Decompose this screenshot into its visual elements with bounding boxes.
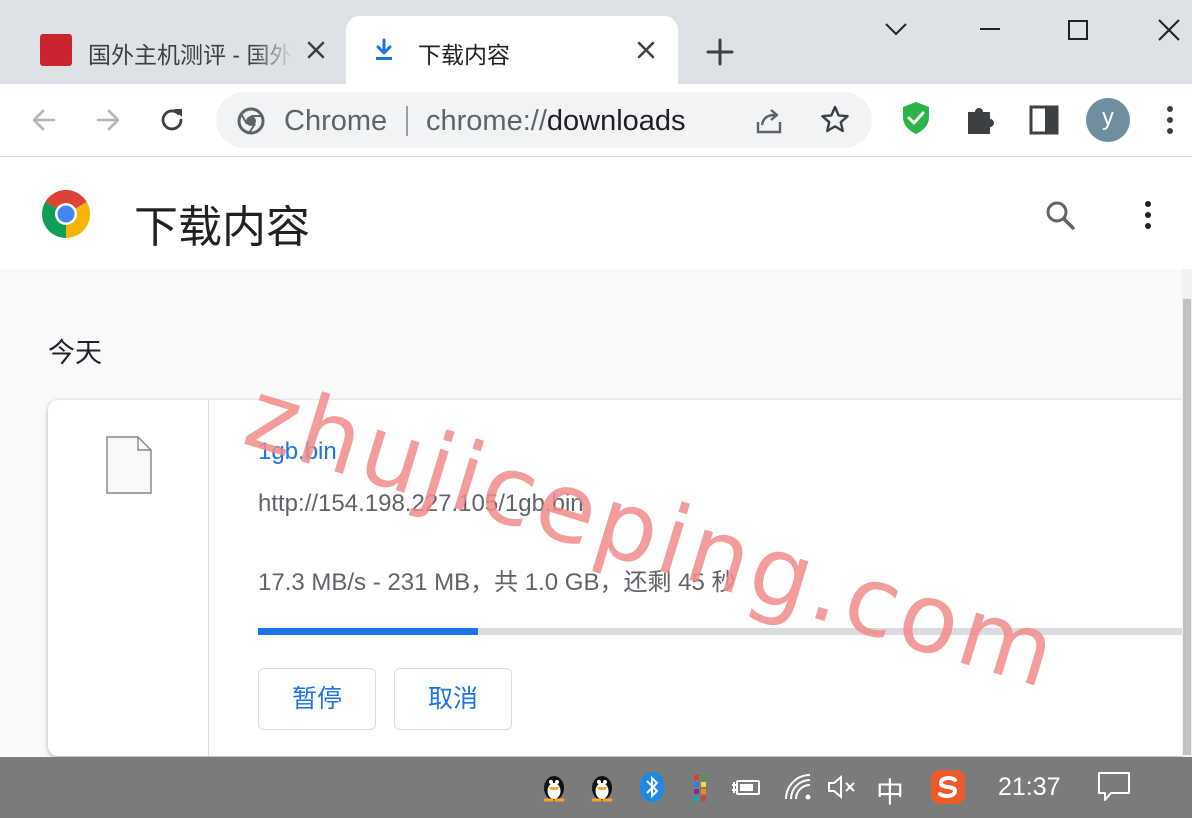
omnibox-separator [406,106,408,136]
url-host: downloads [546,105,686,137]
input-method-indicator[interactable]: 中 [876,771,904,811]
qq-icon[interactable] [538,771,570,803]
download-icon [376,38,392,60]
side-panel-icon[interactable] [1024,100,1064,140]
tab-downloads[interactable]: 下载内容 [346,16,678,84]
site-security-chip[interactable]: Chrome [284,105,387,138]
more-options-icon[interactable] [1132,195,1164,235]
tab-strip: 国外主机测评 - 国外VPS 下载内容 [0,0,1192,84]
qq-icon[interactable] [586,771,618,803]
profile-avatar[interactable]: y [1086,98,1130,142]
url-scheme: chrome:// [426,105,547,137]
wifi-icon[interactable] [782,771,814,803]
chrome-menu-icon[interactable] [1152,100,1188,140]
maximize-icon[interactable] [1056,8,1100,52]
color-grid-icon[interactable] [684,771,716,803]
tab-zhujiceping[interactable]: 国外主机测评 - 国外VPS [24,16,340,84]
page-title: 下载内容 [134,203,310,252]
extensions-puzzle-icon[interactable] [960,100,1000,140]
battery-charging-icon[interactable] [730,771,762,803]
card-divider [208,400,209,756]
tab-title: 国外主机测评 - 国外VPS [88,42,294,68]
address-bar[interactable]: Chrome chrome://downloads [216,92,872,148]
new-tab-icon[interactable] [700,32,740,72]
tab-search-chevron-icon[interactable] [876,12,916,48]
share-icon[interactable] [752,104,786,138]
site-favicon-icon [40,34,72,66]
scrollbar-thumb[interactable] [1183,299,1191,755]
bluetooth-icon[interactable] [636,771,668,803]
forward-arrow-icon[interactable] [88,100,128,140]
window-close-icon[interactable] [1146,8,1192,52]
url-text[interactable]: chrome://downloads [426,105,686,138]
notification-center-icon[interactable] [1096,769,1132,805]
chrome-site-icon [237,107,265,135]
tab-title: 下载内容 [418,42,510,68]
date-heading: 今天 [48,338,102,368]
system-clock[interactable]: 21:37 [998,773,1061,802]
pause-button[interactable]: 暂停 [258,668,376,730]
volume-muted-icon[interactable] [826,771,858,803]
taskbar: 中 21:37 [0,757,1192,818]
back-arrow-icon[interactable] [24,100,64,140]
bookmark-star-icon[interactable] [818,103,852,137]
close-tab-icon[interactable] [302,36,330,64]
scrollbar[interactable] [1182,269,1192,757]
reload-icon[interactable] [152,100,192,140]
download-progress-fill [258,628,478,635]
downloads-header: 下载内容 [0,157,1192,269]
browser-toolbar: Chrome chrome://downloads y [0,84,1192,157]
close-tab-icon[interactable] [632,36,660,64]
file-icon [106,436,152,494]
shield-extension-icon[interactable] [896,98,936,138]
chrome-logo-icon [42,190,90,238]
minimize-icon[interactable] [968,12,1012,48]
search-icon[interactable] [1040,195,1080,235]
sogou-ime-icon[interactable] [930,769,966,805]
cancel-button[interactable]: 取消 [394,668,512,730]
